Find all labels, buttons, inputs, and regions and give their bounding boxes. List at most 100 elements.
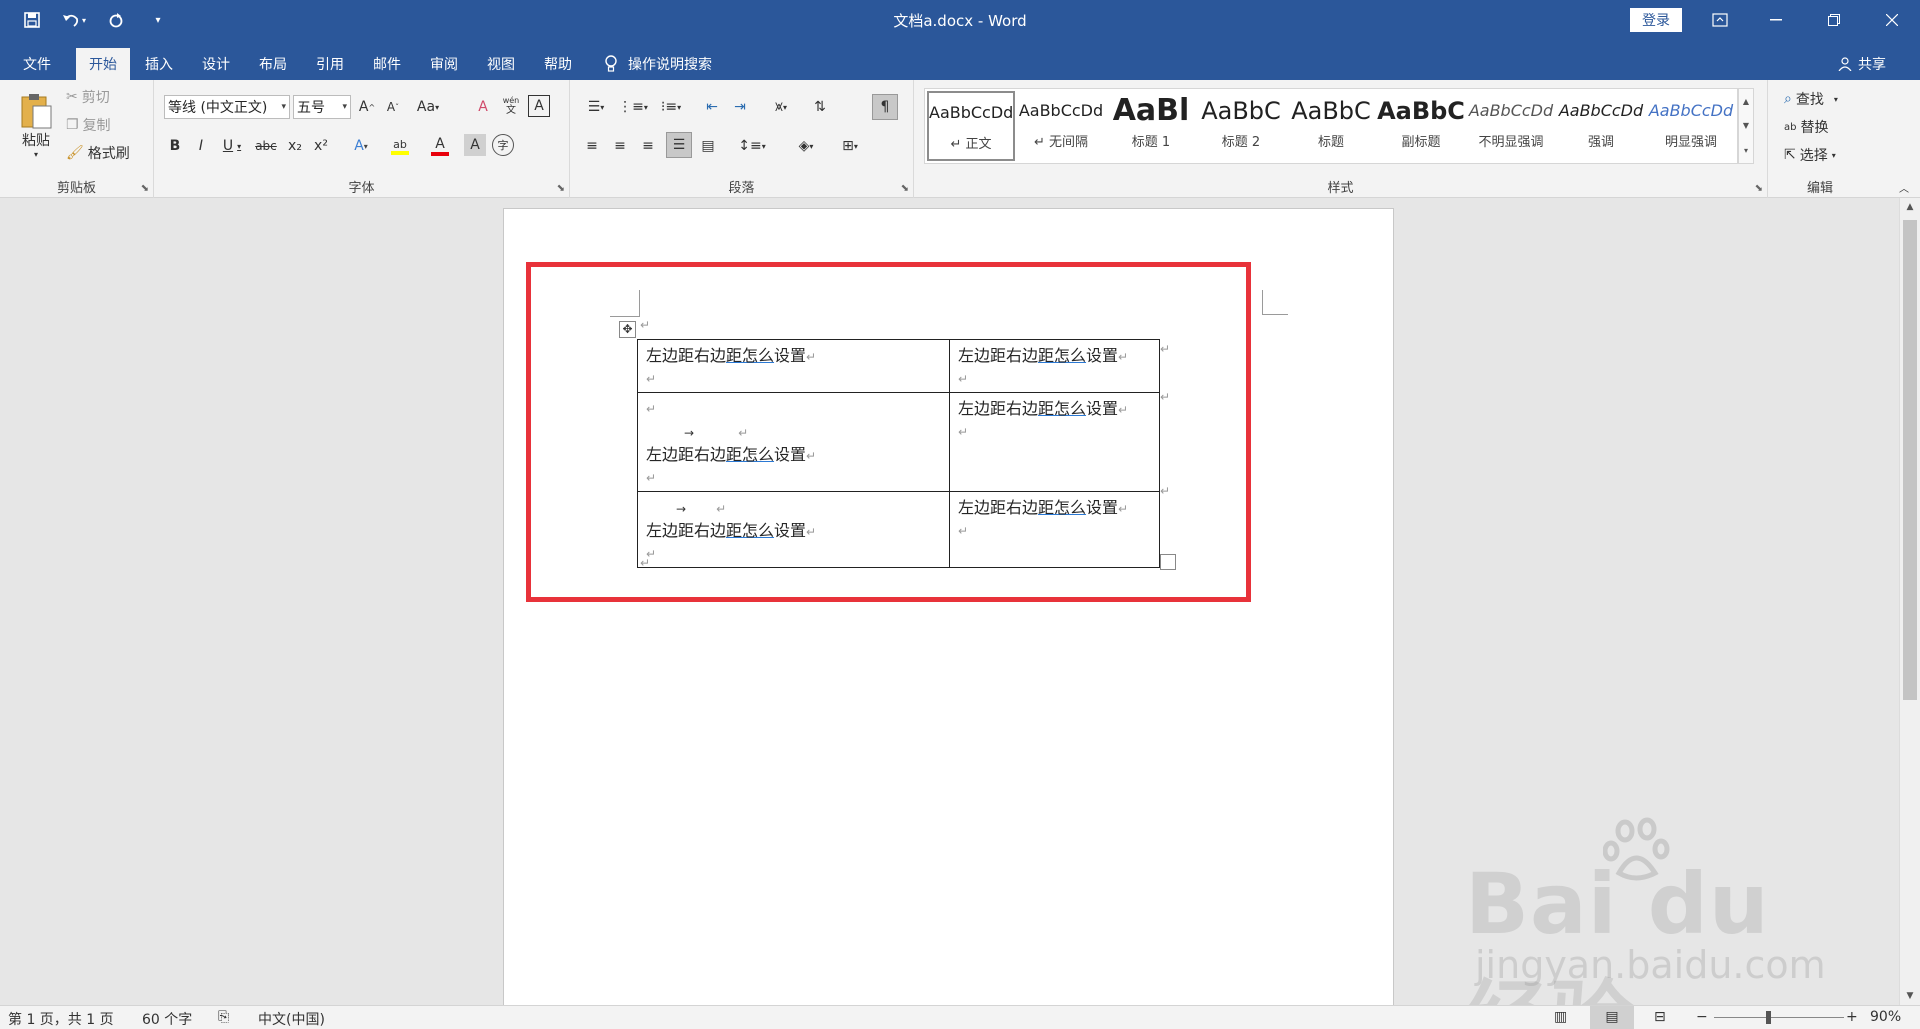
align-left-icon[interactable]: ≡ <box>580 134 604 158</box>
language-indicator[interactable]: 中文(中国) <box>258 1009 325 1029</box>
tab-help[interactable]: 帮助 <box>533 48 583 80</box>
tab-layout[interactable]: 布局 <box>248 48 298 80</box>
print-layout-icon[interactable]: ▤ <box>1590 1006 1634 1029</box>
vertical-scrollbar[interactable]: ▲ ▼ <box>1899 198 1920 1005</box>
bullets-icon[interactable]: ☰ ▾ <box>580 95 612 119</box>
shading-icon[interactable]: ◈ ▾ <box>788 134 824 158</box>
font-launcher-icon[interactable]: ⬊ <box>557 183 565 194</box>
shrink-font-button[interactable]: Aˇ <box>382 95 404 119</box>
grow-font-button[interactable]: A ^ <box>356 95 378 119</box>
style-no-spacing-name: ↵ 无间隔 <box>1033 135 1089 150</box>
distributed-icon[interactable]: ▤ <box>696 134 720 158</box>
tell-me-search[interactable]: 操作说明搜索 <box>604 48 712 80</box>
zoom-slider[interactable] <box>1714 1017 1844 1018</box>
tab-design[interactable]: 设计 <box>191 48 241 80</box>
save-icon[interactable] <box>18 6 46 34</box>
paragraph-launcher-icon[interactable]: ⬊ <box>901 183 909 194</box>
word-count[interactable]: 60 个字 <box>142 1009 192 1029</box>
highlight-button[interactable]: ab <box>382 134 418 158</box>
clipboard-launcher-icon[interactable]: ⬊ <box>141 183 149 194</box>
customize-icon[interactable]: ▾ <box>144 6 172 34</box>
strikethrough-button[interactable]: abc <box>252 134 280 158</box>
close-icon[interactable] <box>1864 0 1920 40</box>
clear-format-icon[interactable]: A <box>472 95 494 119</box>
gallery-more-icon[interactable]: ▾ <box>1744 146 1748 155</box>
restore-icon[interactable] <box>1806 0 1862 40</box>
font-color-button[interactable]: A <box>422 134 458 158</box>
zoom-out-icon[interactable]: − <box>1696 1009 1708 1025</box>
decrease-indent-icon[interactable]: ⇤ <box>700 95 724 119</box>
shrink-font-icon: A <box>386 100 396 114</box>
tab-review[interactable]: 审阅 <box>419 48 469 80</box>
tab-references[interactable]: 引用 <box>305 48 355 80</box>
login-button[interactable]: 登录 <box>1630 8 1682 32</box>
style-title[interactable]: AaBbC 标题 <box>1287 91 1375 161</box>
scroll-thumb[interactable] <box>1903 220 1917 700</box>
zoom-slider-thumb[interactable] <box>1766 1011 1771 1024</box>
chinese-layout-icon[interactable]: ⩙ ▾ <box>764 95 798 119</box>
char-shading-button[interactable]: A <box>464 134 486 156</box>
ribbon-display-icon[interactable] <box>1692 0 1748 40</box>
paste-button[interactable]: 粘贴 ▾ <box>14 86 58 164</box>
enclose-char-icon[interactable]: 字 <box>492 134 514 156</box>
show-marks-icon[interactable]: ¶ <box>872 94 898 120</box>
justify-icon[interactable]: ☰ <box>666 132 692 158</box>
collapse-ribbon-icon[interactable]: ︿ <box>1896 180 1912 195</box>
increase-indent-icon[interactable]: ⇥ <box>728 95 752 119</box>
multilevel-list-icon[interactable]: ⁝≡ ▾ <box>654 95 688 119</box>
read-mode-icon[interactable]: ▥ <box>1554 1009 1567 1025</box>
sort-icon[interactable]: ⇅ <box>808 95 832 119</box>
web-layout-icon[interactable]: ⊟ <box>1654 1009 1666 1025</box>
style-subtle-emphasis[interactable]: AaBbCcDd 不明显强调 <box>1467 91 1555 161</box>
borders-icon[interactable]: ⊞ ▾ <box>832 134 868 158</box>
align-center-icon[interactable]: ≡ <box>608 134 632 158</box>
style-subtitle[interactable]: AaBbC 副标题 <box>1377 91 1465 161</box>
share-button[interactable]: 共享 <box>1838 48 1886 80</box>
scroll-up-icon[interactable]: ▲ <box>1900 198 1920 216</box>
proofing-icon[interactable]: ⎘ <box>218 1009 229 1025</box>
replace-button[interactable]: ab 替换 <box>1784 116 1828 138</box>
find-button[interactable]: ⌕ 查找 ▾ <box>1784 88 1838 110</box>
zoom-level[interactable]: 90% <box>1870 1009 1901 1025</box>
font-name-combo[interactable]: 等线 (中文正文) ▾ <box>164 95 290 119</box>
change-case-button[interactable]: Aa ▾ <box>410 95 446 119</box>
tab-insert[interactable]: 插入 <box>134 48 184 80</box>
style-normal[interactable]: AaBbCcDd ↵ 正文 <box>927 91 1015 161</box>
gallery-down-icon[interactable]: ▼ <box>1743 121 1749 130</box>
italic-button[interactable]: I <box>190 134 212 158</box>
superscript-button[interactable]: x² <box>310 134 332 158</box>
style-heading2[interactable]: AaBbC 标题 2 <box>1197 91 1285 161</box>
style-emphasis[interactable]: AaBbCcDd 强调 <box>1557 91 1645 161</box>
text-effects-button[interactable]: A ▾ <box>344 134 378 158</box>
bold-button[interactable]: B <box>164 134 186 158</box>
tab-mailings[interactable]: 邮件 <box>362 48 412 80</box>
redo-icon[interactable] <box>102 6 130 34</box>
align-right-icon[interactable]: ≡ <box>636 134 660 158</box>
undo-icon[interactable]: ▾ <box>60 6 88 34</box>
tab-home[interactable]: 开始 <box>76 48 130 80</box>
tab-file[interactable]: 文件 <box>12 48 62 80</box>
subscript-button[interactable]: x₂ <box>284 134 306 158</box>
tab-view[interactable]: 视图 <box>476 48 526 80</box>
underline-button[interactable]: U ▾ <box>216 134 248 158</box>
select-button[interactable]: ⇱ 选择 ▾ <box>1784 144 1836 166</box>
styles-launcher-icon[interactable]: ⬊ <box>1755 183 1763 194</box>
style-heading1[interactable]: AaBl 标题 1 <box>1107 91 1195 161</box>
minimize-icon[interactable] <box>1748 0 1804 40</box>
numbering-icon[interactable]: ⋮≡ ▾ <box>616 95 650 119</box>
style-no-spacing[interactable]: AaBbCcDd ↵ 无间隔 <box>1017 91 1105 161</box>
phonetic-guide-button[interactable]: wén 文 <box>500 93 522 119</box>
style-intense-emphasis[interactable]: AaBbCcDd 明显强调 <box>1647 91 1735 161</box>
font-size-combo[interactable]: 五号 ▾ <box>293 95 351 119</box>
scroll-down-icon[interactable]: ▼ <box>1900 987 1920 1005</box>
zoom-in-icon[interactable]: + <box>1846 1009 1858 1025</box>
char-border-button[interactable]: A <box>528 95 550 117</box>
page-count[interactable]: 第 1 页，共 1 页 <box>8 1009 114 1029</box>
styles-gallery-scroll[interactable]: ▲ ▼ ▾ <box>1738 88 1754 164</box>
cut-button[interactable]: ✂ 剪切 <box>66 86 110 108</box>
tell-me-label: 操作说明搜索 <box>628 57 712 73</box>
gallery-up-icon[interactable]: ▲ <box>1743 97 1749 106</box>
line-spacing-icon[interactable]: ↕≡ ▾ <box>734 134 770 158</box>
copy-button[interactable]: ❐ 复制 <box>66 114 111 136</box>
format-painter-button[interactable]: 🖌 格式刷 <box>66 142 130 164</box>
